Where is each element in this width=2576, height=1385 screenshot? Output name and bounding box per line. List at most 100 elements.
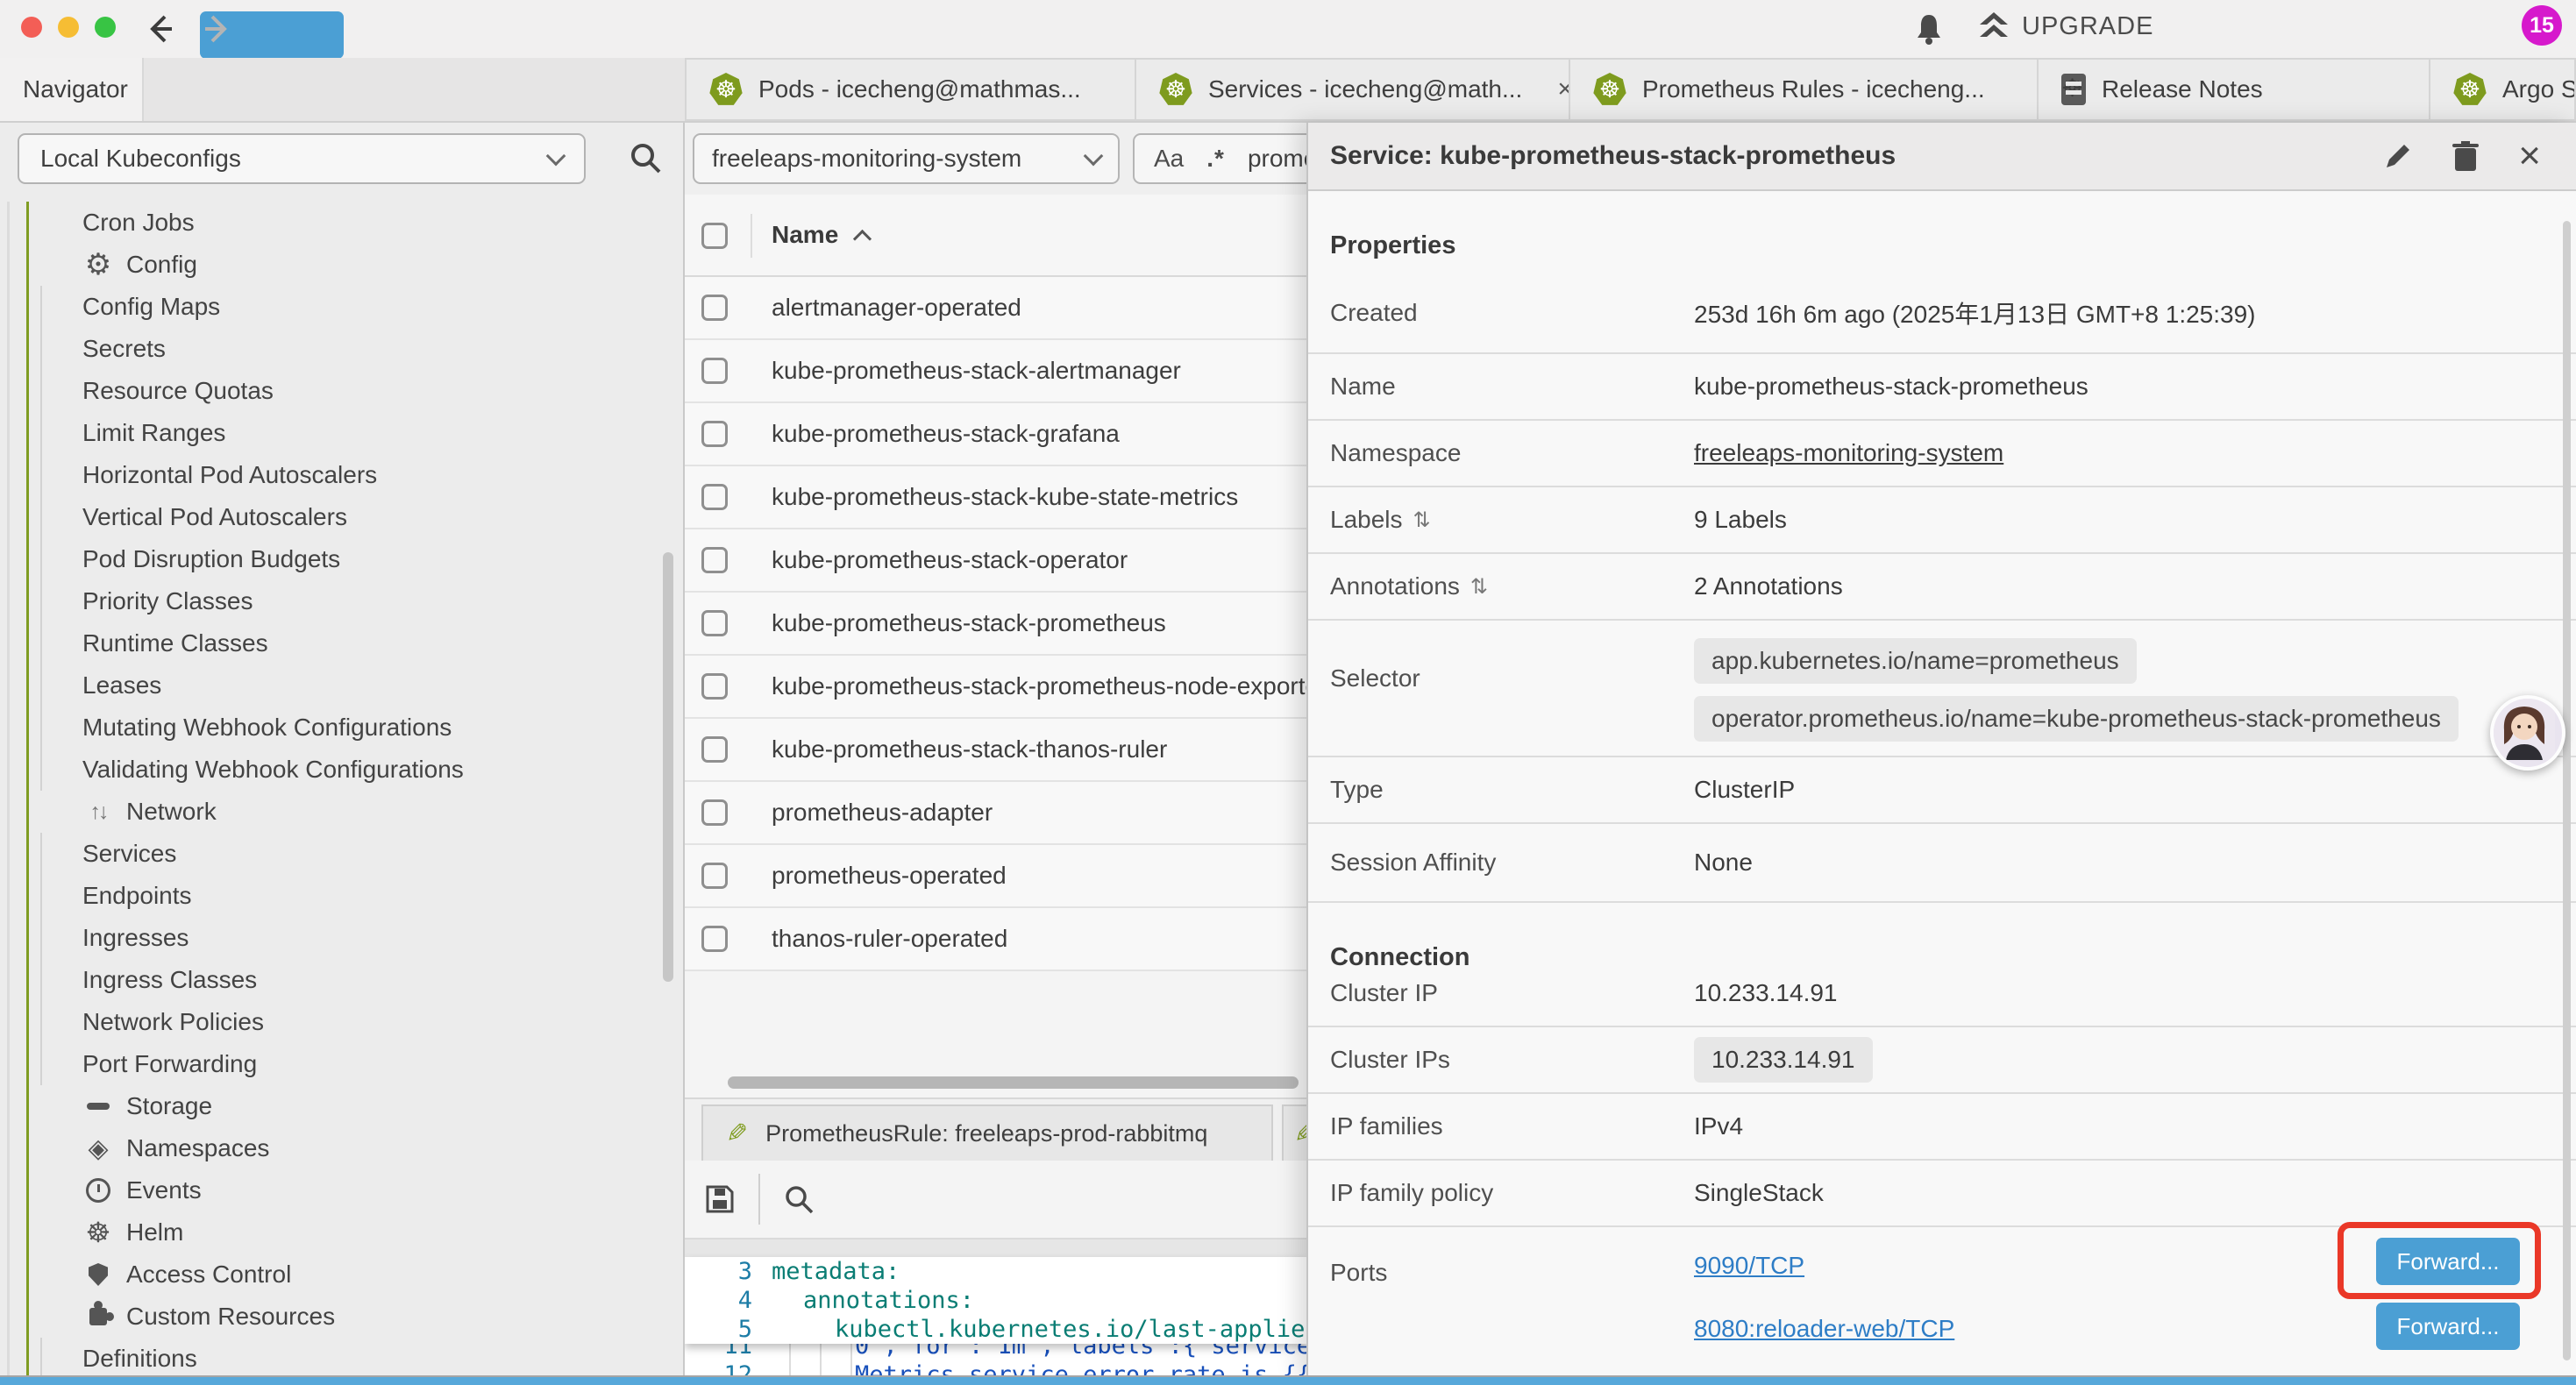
sidebar-item-icon: [82, 796, 114, 827]
editor-search-icon[interactable]: [783, 1183, 815, 1215]
row-checkbox[interactable]: [701, 736, 728, 763]
sidebar-item[interactable]: Services: [0, 833, 685, 875]
table-row[interactable]: prometheus-adapter: [685, 782, 1306, 845]
upgrade-button[interactable]: UPGRADE: [1978, 11, 2153, 42]
sidebar-item[interactable]: Limit Ranges: [0, 412, 685, 454]
sidebar-item[interactable]: Events: [0, 1169, 685, 1211]
close-window-button[interactable]: [21, 17, 42, 38]
sidebar-item[interactable]: Access Control: [0, 1254, 685, 1296]
search-icon[interactable]: [628, 140, 663, 175]
sidebar-item[interactable]: Endpoints: [0, 875, 685, 917]
table-row[interactable]: kube-prometheus-stack-grafana: [685, 403, 1306, 466]
notification-count-badge[interactable]: 15: [2522, 5, 2562, 46]
sidebar-item[interactable]: Cron Jobs: [0, 202, 685, 244]
cluster-tab[interactable]: ☸ Argo Se: [2430, 58, 2576, 121]
navigator-pane: Local Kubeconfigs Cron Jobs Config: [0, 123, 685, 1377]
table-row[interactable]: kube-prometheus-stack-prometheus-node-ex…: [685, 656, 1306, 719]
forward-port-button[interactable]: Forward...: [2376, 1303, 2520, 1350]
cluster-tab[interactable]: ☸ Services - icecheng@math... ×: [1136, 58, 1570, 121]
table-row[interactable]: kube-prometheus-stack-operator: [685, 529, 1306, 593]
panel-scrollbar[interactable]: [2563, 221, 2571, 1360]
table-row[interactable]: prometheus-operated: [685, 845, 1306, 908]
sidebar-item[interactable]: Namespaces: [0, 1127, 685, 1169]
row-checkbox[interactable]: [701, 484, 728, 510]
forward-icon[interactable]: [200, 11, 344, 59]
table-row[interactable]: kube-prometheus-stack-prometheus: [685, 593, 1306, 656]
sidebar-item[interactable]: Runtime Classes: [0, 622, 685, 664]
sidebar-item[interactable]: Horizontal Pod Autoscalers: [0, 454, 685, 496]
sidebar-item[interactable]: Validating Webhook Configurations: [0, 749, 685, 791]
sidebar-item-label: Leases: [82, 671, 161, 700]
namespace-select[interactable]: freeleaps-monitoring-system: [693, 133, 1120, 184]
navigator-tab[interactable]: Navigator: [0, 58, 144, 121]
name-filter-input[interactable]: Aa .* prome: [1133, 133, 1306, 184]
sidebar-item[interactable]: Network: [0, 791, 685, 833]
sidebar-item[interactable]: Config: [0, 244, 685, 286]
sidebar-item[interactable]: Ingresses: [0, 917, 685, 959]
match-case-toggle[interactable]: Aa: [1154, 145, 1184, 173]
row-checkbox[interactable]: [701, 610, 728, 636]
table-row[interactable]: kube-prometheus-stack-alertmanager: [685, 340, 1306, 403]
sidebar-item[interactable]: Network Policies: [0, 1001, 685, 1043]
tab-close-icon[interactable]: ×: [1557, 75, 1570, 104]
expand-collapse-icon[interactable]: ⇅: [1413, 508, 1431, 533]
minimize-window-button[interactable]: [58, 17, 79, 38]
yaml-editor[interactable]: 3metadata: 4annotations: 5kubectl.kubern…: [685, 1257, 1306, 1377]
editor-tab[interactable]: ✎ PrometheusRule: freeleaps-prod-rabbitm…: [701, 1104, 1273, 1162]
sidebar-item[interactable]: Port Forwarding: [0, 1043, 685, 1085]
row-checkbox[interactable]: [701, 799, 728, 826]
service-name: kube-prometheus-stack-prometheus: [772, 609, 1166, 637]
maximize-window-button[interactable]: [95, 17, 116, 38]
row-checkbox[interactable]: [701, 421, 728, 447]
edit-pencil-icon[interactable]: [2383, 141, 2413, 171]
name-column-header[interactable]: Name: [772, 221, 869, 249]
namespace-link[interactable]: freeleaps-monitoring-system: [1694, 439, 2003, 467]
sidebar-item[interactable]: Priority Classes: [0, 580, 685, 622]
row-checkbox[interactable]: [701, 863, 728, 889]
sidebar-item-label: Ingresses: [82, 924, 189, 952]
sidebar-item[interactable]: Mutating Webhook Configurations: [0, 707, 685, 749]
table-row[interactable]: kube-prometheus-stack-thanos-ruler: [685, 719, 1306, 782]
table-horizontal-scrollbar[interactable]: [685, 1073, 1306, 1092]
sidebar-item[interactable]: Leases: [0, 664, 685, 707]
navigator-title: Navigator: [23, 75, 128, 103]
port-link[interactable]: 8080:reloader-web/TCP: [1694, 1315, 1954, 1343]
delete-trash-icon[interactable]: [2451, 140, 2480, 172]
service-name: kube-prometheus-stack-operator: [772, 546, 1128, 574]
cluster-tab[interactable]: ☸ Pods - icecheng@mathmas...: [685, 58, 1136, 121]
save-icon[interactable]: [704, 1183, 736, 1215]
sidebar-scrollbar[interactable]: [663, 552, 673, 982]
table-row[interactable]: kube-prometheus-stack-kube-state-metrics: [685, 466, 1306, 529]
scrollbar-thumb[interactable]: [728, 1076, 1299, 1089]
sidebar-item[interactable]: Config Maps: [0, 286, 685, 328]
sidebar-item[interactable]: Secrets: [0, 328, 685, 370]
panel-header: Service: kube-prometheus-stack-prometheu…: [1308, 123, 2576, 191]
sidebar-item[interactable]: Ingress Classes: [0, 959, 685, 1001]
row-checkbox[interactable]: [701, 673, 728, 700]
row-checkbox[interactable]: [701, 926, 728, 952]
port-link[interactable]: 9090/TCP: [1694, 1252, 1954, 1280]
row-checkbox[interactable]: [701, 358, 728, 384]
row-checkbox[interactable]: [701, 295, 728, 321]
notifications-bell-icon[interactable]: [1911, 11, 1946, 46]
back-icon[interactable]: [142, 11, 177, 46]
cluster-tab[interactable]: ☸ Release Notes: [2039, 58, 2430, 121]
table-row[interactable]: alertmanager-operated: [685, 277, 1306, 340]
kubeconfig-select[interactable]: Local Kubeconfigs: [18, 133, 586, 184]
table-row[interactable]: thanos-ruler-operated: [685, 908, 1306, 971]
sidebar-item[interactable]: Resource Quotas: [0, 370, 685, 412]
sidebar-item[interactable]: Helm: [0, 1211, 685, 1254]
row-checkbox[interactable]: [701, 547, 728, 573]
user-avatar[interactable]: [2490, 695, 2565, 771]
select-all-checkbox[interactable]: [701, 223, 728, 249]
sidebar-item[interactable]: Vertical Pod Autoscalers: [0, 496, 685, 538]
regex-toggle[interactable]: .*: [1206, 145, 1225, 173]
sidebar-item[interactable]: Definitions: [0, 1338, 685, 1377]
close-panel-icon[interactable]: ×: [2518, 141, 2541, 171]
expand-collapse-icon[interactable]: ⇅: [1470, 574, 1488, 600]
cluster-tab[interactable]: ☸ Prometheus Rules - icecheng...: [1570, 58, 2039, 121]
sidebar-item[interactable]: Storage: [0, 1085, 685, 1127]
sidebar-item[interactable]: Pod Disruption Budgets: [0, 538, 685, 580]
editor-tab-partial[interactable]: ✎: [1282, 1104, 1306, 1162]
sidebar-item[interactable]: Custom Resources: [0, 1296, 685, 1338]
